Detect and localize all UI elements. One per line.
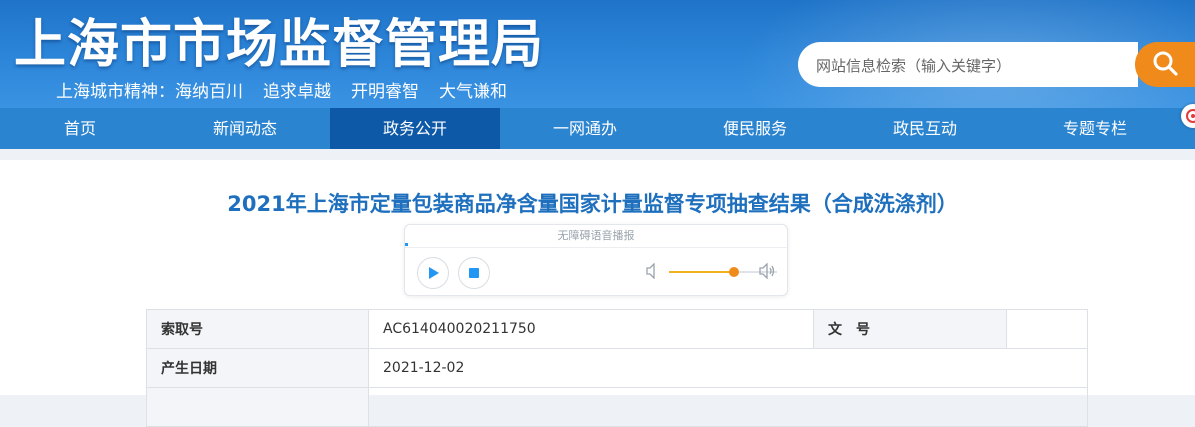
table-row: 索取号 AC614040020211750 文 号 bbox=[146, 309, 1088, 349]
info-table: 索取号 AC614040020211750 文 号 产生日期 2021-12-0… bbox=[146, 309, 1088, 427]
volume-fill bbox=[669, 271, 734, 273]
cell-value: 2021-12-02 bbox=[368, 348, 1088, 388]
stop-button[interactable] bbox=[458, 257, 490, 289]
search-icon bbox=[1151, 49, 1179, 81]
search-box bbox=[798, 42, 1138, 89]
accessibility-icon bbox=[1186, 109, 1195, 123]
cell-label: 文 号 bbox=[813, 309, 1007, 349]
cell-label: 索取号 bbox=[146, 309, 369, 349]
player-label: 无障碍语音播报 bbox=[405, 225, 787, 248]
volume-low-icon bbox=[646, 262, 660, 283]
slogan-part: 大气谦和 bbox=[439, 82, 507, 102]
cell-value bbox=[1006, 309, 1088, 349]
nav-item-home[interactable]: 首页 bbox=[0, 108, 160, 149]
volume-knob[interactable] bbox=[728, 267, 739, 277]
cell-value bbox=[368, 387, 1088, 427]
table-row bbox=[146, 387, 1088, 427]
nav-item-online-services[interactable]: 一网通办 bbox=[500, 108, 670, 149]
nav-item-topics[interactable]: 专题专栏 bbox=[1010, 108, 1180, 149]
side-float-widget[interactable] bbox=[1181, 104, 1195, 128]
cell-value: AC614040020211750 bbox=[368, 309, 814, 349]
main-nav: 首页 新闻动态 政务公开 一网通办 便民服务 政民互动 专题专栏 bbox=[0, 108, 1195, 149]
stop-icon bbox=[469, 268, 479, 278]
play-icon bbox=[429, 267, 439, 279]
voice-player: 无障碍语音播报 bbox=[404, 224, 788, 296]
nav-item-gov-affairs[interactable]: 政务公开 bbox=[330, 108, 500, 149]
volume-high-icon bbox=[759, 262, 777, 283]
city-slogan: 上海城市精神：海纳百川 追求卓越 开明睿智 大气谦和 bbox=[56, 77, 527, 102]
nav-item-news[interactable]: 新闻动态 bbox=[160, 108, 330, 149]
search-button[interactable] bbox=[1135, 42, 1195, 87]
search-input[interactable] bbox=[814, 42, 1138, 89]
cell-label bbox=[146, 387, 369, 427]
nav-item-public-services[interactable]: 便民服务 bbox=[670, 108, 840, 149]
player-progress-marker bbox=[405, 243, 408, 246]
play-button[interactable] bbox=[417, 257, 449, 289]
slogan-part: 开明睿智 bbox=[351, 82, 419, 102]
table-row: 产生日期 2021-12-02 bbox=[146, 348, 1088, 388]
cell-label: 产生日期 bbox=[146, 348, 369, 388]
site-title[interactable]: 上海市市场监督管理局 bbox=[14, 2, 544, 77]
slogan-part: 上海城市精神：海纳百川 bbox=[56, 82, 243, 102]
article-title: 2021年上海市定量包装商品净含量国家计量监督专项抽查结果（合成洗涤剂） bbox=[227, 192, 958, 216]
slogan-part: 追求卓越 bbox=[263, 82, 331, 102]
nav-item-interaction[interactable]: 政民互动 bbox=[840, 108, 1010, 149]
